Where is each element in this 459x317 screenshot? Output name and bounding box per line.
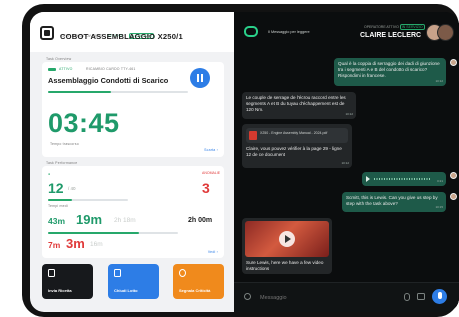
assistant-logo-icon	[244, 26, 258, 37]
count-target: / 40	[68, 186, 76, 191]
count-progress-track	[48, 199, 128, 201]
count-progress-fill	[48, 199, 72, 201]
send-recipe-button[interactable]: Invia Ricetta	[42, 264, 93, 299]
station-header: CENTRO DI LAVORO ATTIVO IN SERVIZIO COBO…	[30, 12, 234, 52]
play-icon	[366, 176, 370, 182]
message-text: Claire, vous pouvez vérifier à la page 2…	[246, 146, 342, 158]
camera-icon[interactable]	[417, 293, 425, 300]
message-text: Sure Lewis, here we have a few video ins…	[246, 260, 324, 272]
times-caption: Tempi medi	[48, 204, 68, 208]
pdf-title: X250 - Engine Assembly Manual - 2024.pdf	[260, 131, 328, 135]
read-mode-label[interactable]: Il Messaggio per leggere	[268, 30, 310, 34]
operator-status: OPERATORE ATTIVO	[364, 25, 399, 29]
message-bubble: Qual è la coppia di serraggio dei dadi d…	[334, 58, 446, 86]
composer-bar	[234, 282, 459, 312]
play-icon	[285, 235, 291, 243]
time-progress-fill	[48, 232, 139, 234]
task-footer-link[interactable]: Scarta ›	[204, 148, 218, 152]
task-name: Assemblaggio Condotti di Scarico	[48, 76, 169, 85]
message-bubble: Scmitt, this is Lewis. Can you give us s…	[342, 192, 446, 212]
performance-card: ● ANOMALIE 12 / 40 3 Tempi medi 43m 19m …	[42, 166, 224, 258]
task-progress-fill	[48, 91, 111, 93]
report-issue-button[interactable]: Segnala Criticità	[173, 264, 224, 299]
alert-value: 3	[202, 180, 210, 196]
time-main: 19m	[76, 212, 103, 227]
pause-icon	[197, 74, 199, 82]
time-ghost: 2h 18m	[114, 217, 136, 224]
production-panel: CENTRO DI LAVORO ATTIVO IN SERVIZIO COBO…	[30, 12, 234, 312]
video-play-button[interactable]	[279, 231, 295, 247]
task-status-dot	[48, 68, 56, 71]
mic-icon	[437, 292, 442, 299]
timer-caption: Tempo trascorso	[50, 142, 79, 146]
time-min: 43m	[48, 216, 66, 226]
alert-label: ANOMALIE	[202, 171, 221, 175]
tablet-screen: CENTRO DI LAVORO ATTIVO IN SERVIZIO COBO…	[30, 12, 459, 312]
operator-badge: IN SERVIZIO	[399, 24, 425, 30]
message-time: 10:12	[345, 111, 353, 116]
sender-avatar	[450, 172, 457, 179]
waveform	[374, 178, 430, 180]
attach-icon[interactable]	[404, 293, 410, 301]
pdf-attachment[interactable]: X250 - Engine Assembly Manual - 2024.pdf	[246, 128, 348, 143]
message-input[interactable]	[258, 291, 392, 305]
station-title: COBOT ASSEMBLAGGIO X250/1	[60, 32, 183, 41]
close-batch-label: Chiudi Lotto	[114, 288, 138, 293]
emoji-icon[interactable]	[244, 293, 251, 300]
message-time: 10:12	[341, 160, 349, 165]
close-batch-button[interactable]: Chiudi Lotto	[108, 264, 159, 299]
video-message: Sure Lewis, here we have a few video ins…	[242, 218, 332, 274]
document-icon	[48, 269, 55, 277]
time-bottom-main: 3m	[66, 236, 85, 251]
message-bubble: Le couple de serrage de l'écrou raccord …	[242, 92, 356, 119]
performance-section-label: Task Performance	[46, 161, 78, 165]
chat-panel: Il Messaggio per leggere OPERATORE ATTIV…	[234, 12, 459, 312]
task-progress-track	[48, 91, 188, 93]
time-bottom-small: 7m	[48, 240, 61, 250]
task-card: ATTIVO RICAMBIO CARDO TTY-461 Assemblagg…	[42, 62, 224, 157]
count-value: 12	[48, 180, 64, 196]
video-thumbnail[interactable]	[245, 221, 329, 257]
time-bottom-ghost: 16m	[90, 241, 103, 248]
report-issue-label: Segnala Criticità	[179, 288, 211, 293]
performance-footer-link[interactable]: Vedi ›	[208, 250, 218, 254]
chat-header: Il Messaggio per leggere OPERATORE ATTIV…	[234, 12, 459, 50]
sender-avatar	[450, 193, 457, 200]
pdf-icon	[249, 131, 257, 140]
station-logo-icon	[40, 26, 54, 40]
checklist-icon	[114, 269, 121, 277]
message-text: Qual è la coppia di serraggio dei dadi d…	[338, 61, 440, 79]
alert-icon	[179, 269, 186, 277]
operator-name: CLAIRE LECLERC	[360, 32, 422, 39]
message-text: Scmitt, this is Lewis. Can you give us s…	[346, 195, 438, 207]
send-recipe-label: Invia Ricetta	[48, 288, 72, 293]
message-bubble: X250 - Engine Assembly Manual - 2024.pdf…	[242, 124, 352, 168]
message-text: Le couple de serrage de l'écrou raccord …	[246, 95, 346, 113]
mic-button[interactable]	[432, 289, 447, 304]
task-timer: 03:45	[48, 108, 120, 138]
sender-avatar	[450, 59, 457, 66]
message-time: 10:15	[435, 204, 443, 209]
time-right: 2h 00m	[188, 217, 213, 224]
voice-duration: 0:21	[437, 178, 443, 183]
voice-message[interactable]: 0:21	[362, 172, 446, 186]
task-status: ATTIVO	[59, 67, 73, 71]
pause-button[interactable]	[190, 68, 210, 88]
message-time: 10:12	[435, 78, 443, 83]
task-code: RICAMBIO CARDO TTY-461	[86, 67, 136, 71]
time-progress-track	[48, 232, 178, 234]
colleague-avatar	[437, 24, 454, 41]
task-section-label: Task Overview	[46, 57, 72, 61]
